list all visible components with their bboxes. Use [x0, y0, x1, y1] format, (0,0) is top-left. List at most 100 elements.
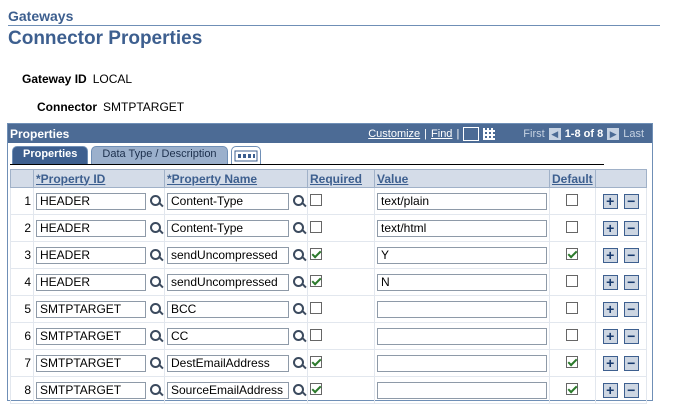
view-all-icon[interactable]	[463, 127, 480, 141]
required-checkbox[interactable]	[310, 274, 322, 287]
download-grid-icon[interactable]	[483, 128, 496, 140]
previous-icon[interactable]: ◀	[548, 128, 561, 140]
grid-header: Properties Customize | Find | First ◀ 1-…	[8, 124, 652, 143]
show-all-columns-tab[interactable]	[230, 146, 261, 164]
default-checkbox[interactable]	[566, 328, 579, 341]
property-id-lookup-icon[interactable]	[150, 303, 162, 315]
default-checkbox[interactable]	[566, 301, 579, 314]
next-icon[interactable]: ▶	[607, 128, 620, 140]
property-id-input[interactable]	[36, 327, 146, 345]
delete-row-button[interactable]: −	[623, 247, 639, 263]
row-number-header	[10, 169, 34, 188]
delete-row-button[interactable]: −	[623, 382, 639, 398]
delete-row-button[interactable]: −	[623, 301, 639, 317]
column-default[interactable]: Default	[549, 169, 596, 188]
property-id-lookup-icon[interactable]	[150, 276, 162, 288]
property-id-lookup-icon[interactable]	[150, 249, 162, 261]
default-checkbox[interactable]	[566, 247, 579, 260]
property-name-input[interactable]	[167, 354, 289, 372]
column-property-id[interactable]: *Property ID	[33, 169, 165, 188]
property-name-lookup-icon[interactable]	[293, 195, 305, 207]
add-row-button[interactable]: +	[602, 193, 618, 209]
property-id-lookup-icon[interactable]	[150, 330, 162, 342]
property-name-lookup-icon[interactable]	[293, 357, 305, 369]
table-row: 4 +−	[10, 268, 647, 296]
default-checkbox[interactable]	[566, 382, 579, 395]
required-checkbox[interactable]	[310, 220, 322, 233]
value-input[interactable]	[377, 327, 547, 345]
property-name-input[interactable]	[167, 192, 289, 210]
add-row-button[interactable]: +	[602, 355, 618, 371]
tab-data-type-description[interactable]: Data Type / Description	[91, 146, 228, 164]
breadcrumb: Gateways	[8, 8, 74, 24]
connector-value: SMTPTARGET	[103, 100, 185, 114]
property-name-lookup-icon[interactable]	[293, 330, 305, 342]
gateway-id-field: Gateway ID LOCAL	[22, 72, 132, 86]
row-number: 4	[10, 268, 34, 296]
add-row-button[interactable]: +	[602, 247, 618, 263]
tab-properties[interactable]: Properties	[12, 146, 89, 164]
value-input[interactable]	[377, 246, 547, 264]
add-row-button[interactable]: +	[602, 301, 618, 317]
property-id-lookup-icon[interactable]	[150, 357, 162, 369]
property-name-lookup-icon[interactable]	[293, 276, 305, 288]
table-row: 8 +−	[10, 376, 647, 404]
delete-row-button[interactable]: −	[623, 328, 639, 344]
property-id-input[interactable]	[36, 300, 146, 318]
property-id-lookup-icon[interactable]	[150, 222, 162, 234]
value-input[interactable]	[377, 273, 547, 291]
delete-row-button[interactable]: −	[623, 355, 639, 371]
value-input[interactable]	[377, 192, 547, 210]
column-required[interactable]: Required	[307, 169, 375, 188]
column-value[interactable]: Value	[374, 169, 550, 188]
required-checkbox[interactable]	[310, 382, 322, 395]
required-checkbox[interactable]	[310, 301, 322, 314]
default-checkbox[interactable]	[566, 274, 579, 287]
last-label[interactable]: Last	[623, 128, 644, 140]
value-input[interactable]	[377, 381, 547, 399]
column-property-name[interactable]: *Property Name	[164, 169, 308, 188]
delete-row-button[interactable]: −	[623, 193, 639, 209]
grid-navigation: Customize | Find | First ◀ 1-8 of 8 ▶ La…	[368, 127, 644, 141]
delete-row-button[interactable]: −	[623, 274, 639, 290]
property-id-lookup-icon[interactable]	[150, 384, 162, 396]
property-id-input[interactable]	[36, 192, 146, 210]
required-checkbox[interactable]	[310, 193, 322, 206]
required-checkbox[interactable]	[310, 355, 322, 368]
value-input[interactable]	[377, 300, 547, 318]
customize-link[interactable]: Customize	[368, 128, 420, 140]
required-checkbox[interactable]	[310, 328, 322, 341]
property-name-input[interactable]	[167, 246, 289, 264]
table-row: 3 +−	[10, 241, 647, 269]
property-name-input[interactable]	[167, 300, 289, 318]
add-row-button[interactable]: +	[602, 274, 618, 290]
default-checkbox[interactable]	[566, 355, 579, 368]
property-name-input[interactable]	[167, 381, 289, 399]
property-id-input[interactable]	[36, 273, 146, 291]
property-name-input[interactable]	[167, 219, 289, 237]
property-id-input[interactable]	[36, 219, 146, 237]
value-input[interactable]	[377, 354, 547, 372]
add-row-button[interactable]: +	[602, 328, 618, 344]
properties-grid: Properties Customize | Find | First ◀ 1-…	[7, 123, 653, 404]
first-label[interactable]: First	[523, 128, 544, 140]
add-row-button[interactable]: +	[602, 382, 618, 398]
property-name-input[interactable]	[167, 273, 289, 291]
value-input[interactable]	[377, 219, 547, 237]
default-checkbox[interactable]	[566, 220, 579, 233]
required-checkbox[interactable]	[310, 247, 322, 260]
find-link[interactable]: Find	[431, 128, 452, 140]
property-name-lookup-icon[interactable]	[293, 303, 305, 315]
property-name-input[interactable]	[167, 327, 289, 345]
property-name-lookup-icon[interactable]	[293, 384, 305, 396]
property-name-lookup-icon[interactable]	[293, 222, 305, 234]
property-name-lookup-icon[interactable]	[293, 249, 305, 261]
add-row-button[interactable]: +	[602, 220, 618, 236]
property-id-input[interactable]	[36, 354, 146, 372]
property-id-input[interactable]	[36, 246, 146, 264]
property-id-input[interactable]	[36, 381, 146, 399]
property-id-lookup-icon[interactable]	[150, 195, 162, 207]
row-number: 5	[10, 295, 34, 323]
delete-row-button[interactable]: −	[623, 220, 639, 236]
default-checkbox[interactable]	[566, 193, 579, 206]
